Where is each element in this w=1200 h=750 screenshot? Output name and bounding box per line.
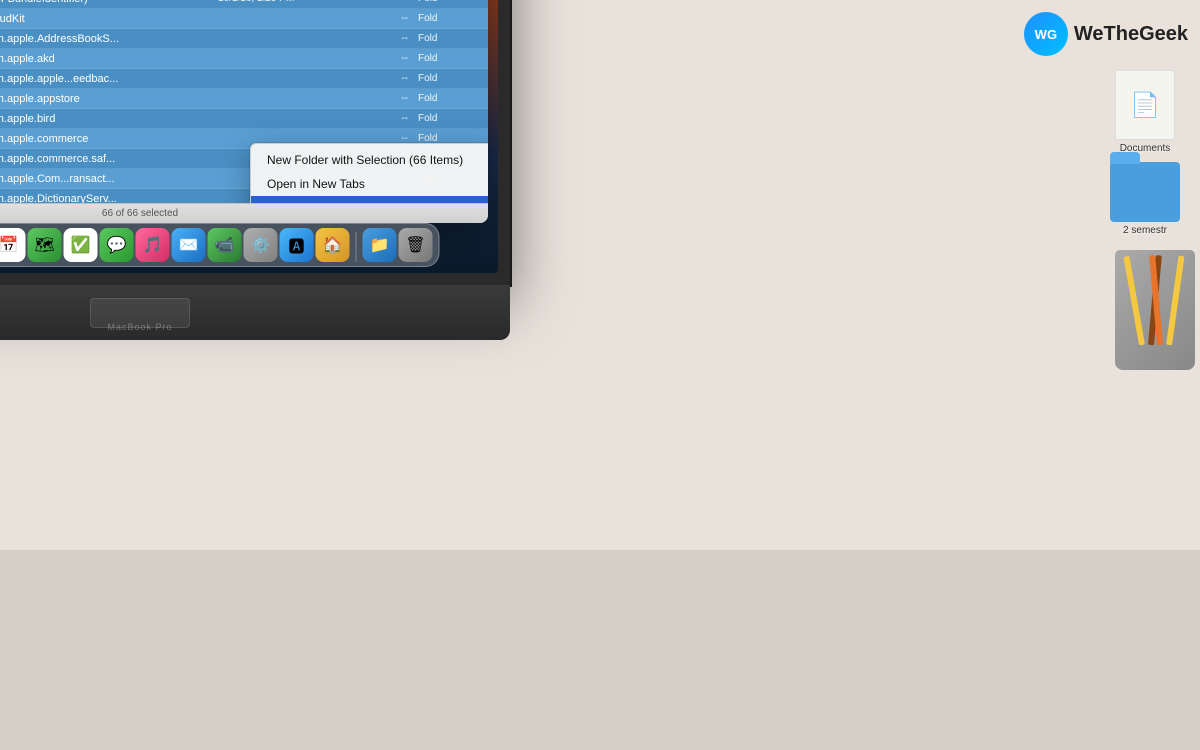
appstore-icon: 🅰 [288, 233, 304, 257]
file-row[interactable]: ▶ com.apple.appstore -- Fold [0, 89, 488, 109]
dock-trash[interactable]: 🗑 [399, 228, 433, 262]
cm-new-folder-with-selection[interactable]: New Folder with Selection (66 Items) [251, 148, 488, 172]
messages-icon: 💬 [107, 235, 127, 255]
file-name: ▶ com.apple.AddressBookS... [0, 33, 218, 45]
calendar-icon: 📅 [0, 235, 18, 255]
file-name: ▶ com.apple.appstore [0, 93, 218, 105]
dock-messages[interactable]: 💬 [100, 228, 134, 262]
dock-finder2[interactable]: 📁 [363, 228, 397, 262]
pencil [1166, 255, 1184, 345]
dock-calendar[interactable]: 📅 [0, 228, 26, 262]
file-row[interactable]: ▶ com.apple.bird -- Fold [0, 109, 488, 129]
desktop-icons: 📄 Documents 2 semestr [1100, 70, 1190, 236]
cm-move-to-trash[interactable]: Move to Trash [251, 196, 488, 203]
brand-logo: WG WeTheGeek [1024, 12, 1188, 56]
finder2-icon: 📁 [370, 235, 390, 255]
music-icon: 🎵 [143, 235, 163, 255]
dock-mail[interactable]: ✉️ [172, 228, 206, 262]
file-name: ▶ com.apple.commerce.saf... [0, 153, 218, 165]
file-row[interactable]: ▶ com.apple.AddressBookS... -- Fold [0, 29, 488, 49]
file-name: ▶ CloudKit [0, 13, 218, 25]
laptop: ⌘ Finder File Edit View Go Window Help 🔒… [0, 0, 510, 340]
file-name: ▶ com.apple.akd [0, 53, 218, 65]
dock-maps[interactable]: 🗺 [28, 228, 62, 262]
file-name: ▶ com.apple.commerce [0, 133, 218, 145]
dock-appstore[interactable]: 🅰 [280, 228, 314, 262]
brand-icon: WG [1024, 12, 1068, 56]
file-row[interactable]: ▶ com.apple.apple...eedbac... -- Fold [0, 69, 488, 89]
file-row[interactable]: ▶ $(CFBundleIdentifier) 10/1/16, 1:29 PM… [0, 0, 488, 9]
context-menu: New Folder with Selection (66 Items) Ope… [250, 143, 488, 203]
status-bar: 66 of 66 selected [0, 203, 488, 223]
file-name: ▶ com.apple.bird [0, 113, 218, 125]
brand-name: WeTheGeek [1074, 23, 1188, 46]
dock-home[interactable]: 🏠 [316, 228, 350, 262]
pencil-cup [1115, 250, 1195, 370]
folder-icon [1110, 162, 1180, 222]
cm-open-in-new-tabs[interactable]: Open in New Tabs [251, 172, 488, 196]
file-name: ▶ com.apple.DictionaryServ... [0, 193, 218, 204]
dock-reminders[interactable]: ✅ [64, 228, 98, 262]
documents-icon: 📄 [1115, 70, 1175, 140]
finder-window: ‹ › Caches ⊞ ≡ ⊟ ⊡ [0, 0, 488, 223]
file-name: ▶ com.apple.apple...eedbac... [0, 73, 218, 85]
file-list: Name Date Modified Size ▲ Kind ▶ [0, 0, 488, 203]
desktop-icon-folder[interactable]: 2 semestr [1110, 162, 1180, 236]
file-row[interactable]: ▶ com.apple.akd -- Fold [0, 49, 488, 69]
file-name: ▶ com.apple.Com...ransact... [0, 173, 218, 185]
pencil [1123, 256, 1145, 346]
reminders-icon: ✅ [71, 235, 91, 255]
dock: 🔍 🧭 🌐 🌸 📅 🗺 ✅ [0, 223, 440, 267]
screen-bezel: ⌘ Finder File Edit View Go Window Help 🔒… [0, 0, 510, 285]
trash-icon: 🗑 [405, 235, 425, 255]
screen: ⌘ Finder File Edit View Go Window Help 🔒… [0, 0, 498, 273]
status-text: 66 of 66 selected [102, 208, 178, 219]
settings-icon: ⚙️ [251, 235, 271, 255]
facetime-icon: 📹 [215, 235, 235, 255]
laptop-bottom: MacBook Pro [0, 285, 510, 340]
desktop-icon-documents[interactable]: 📄 Documents [1115, 70, 1175, 154]
file-name: ▶ $(CFBundleIdentifier) [0, 0, 218, 5]
folder-label: 2 semestr [1123, 225, 1167, 236]
dock-separator [356, 232, 357, 262]
dock-settings[interactable]: ⚙️ [244, 228, 278, 262]
macbook-label: MacBook Pro [107, 322, 172, 332]
table-surface [0, 550, 1200, 750]
file-row[interactable]: ▶ CloudKit -- Fold [0, 9, 488, 29]
finder-content: Favorites 🕐 All My Files ☁️ iCloud Drive… [0, 0, 488, 203]
maps-icon: 🗺 [34, 235, 54, 255]
dock-music[interactable]: 🎵 [136, 228, 170, 262]
home-icon: 🏠 [323, 235, 343, 255]
mail-icon: ✉️ [179, 235, 199, 255]
dock-facetime[interactable]: 📹 [208, 228, 242, 262]
